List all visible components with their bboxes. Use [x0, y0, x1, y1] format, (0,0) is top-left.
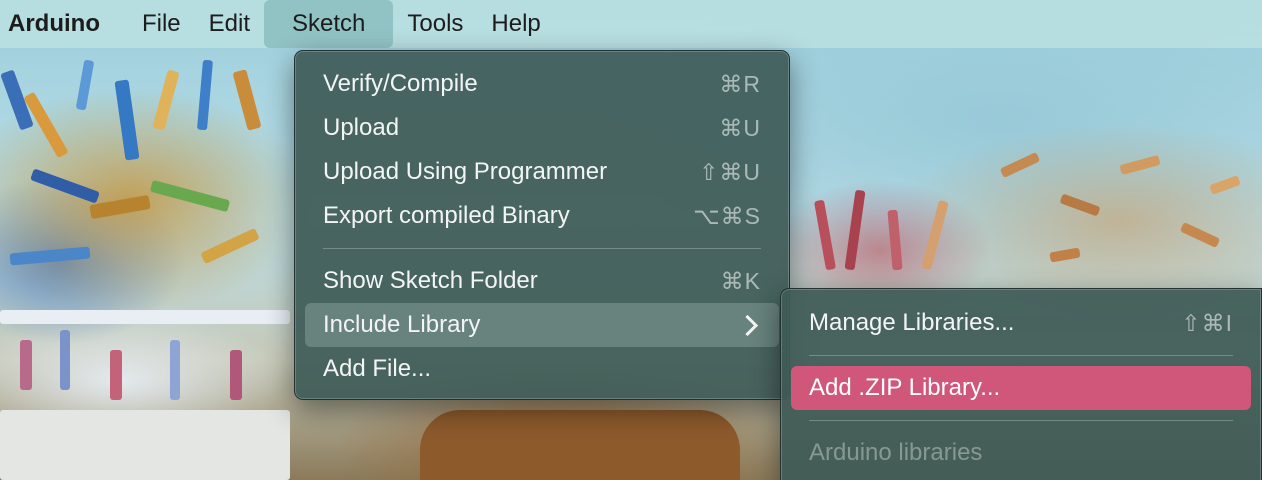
desktop-wallpaper: Arduino File Edit Sketch Tools Help Veri…: [0, 0, 1262, 480]
menu-item-label: Add .ZIP Library...: [809, 374, 1001, 401]
app-menu-arduino[interactable]: Arduino: [0, 0, 128, 48]
menu-item-label: Upload: [323, 114, 400, 141]
menu-item-label: Manage Libraries...: [809, 309, 1015, 336]
menu-item-shortcut: ⌘R: [719, 70, 761, 97]
menu-file[interactable]: File: [128, 0, 195, 48]
menu-item-shortcut: ⇧⌘U: [699, 158, 761, 185]
menu-item-manage-libraries[interactable]: Manage Libraries... ⇧⌘I: [791, 301, 1251, 345]
menu-help[interactable]: Help: [477, 0, 554, 48]
menu-item-label: Add File...: [323, 355, 432, 382]
menu-separator: [323, 248, 761, 249]
menu-item-shortcut: ⌘U: [719, 114, 761, 141]
chevron-right-icon: [736, 314, 759, 336]
menu-separator: [809, 420, 1233, 421]
menu-item-label: Verify/Compile: [323, 70, 478, 97]
menu-item-upload-using-programmer[interactable]: Upload Using Programmer ⇧⌘U: [305, 150, 779, 194]
menu-item-show-sketch-folder[interactable]: Show Sketch Folder ⌘K: [305, 259, 779, 303]
menu-item-add-file[interactable]: Add File...: [305, 347, 779, 391]
menu-tools[interactable]: Tools: [393, 0, 477, 48]
menu-sketch[interactable]: Sketch: [264, 0, 394, 48]
menu-bar: Arduino File Edit Sketch Tools Help: [0, 0, 1262, 48]
menu-item-shortcut: ⌥⌘S: [693, 202, 761, 229]
menu-item-label: Show Sketch Folder: [323, 267, 538, 294]
menu-header-arduino-libraries: Arduino libraries: [791, 431, 1251, 475]
menu-item-label: Upload Using Programmer: [323, 158, 608, 185]
menu-item-label: Export compiled Binary: [323, 202, 570, 229]
menu-item-include-library[interactable]: Include Library: [305, 303, 779, 347]
menu-item-upload[interactable]: Upload ⌘U: [305, 106, 779, 150]
menu-item-shortcut: ⇧⌘I: [1181, 309, 1233, 336]
sketch-menu: Verify/Compile ⌘R Upload ⌘U Upload Using…: [294, 50, 790, 400]
menu-item-label: Arduino libraries: [809, 439, 983, 466]
menu-item-export-compiled-binary[interactable]: Export compiled Binary ⌥⌘S: [305, 194, 779, 238]
menu-item-add-zip-library[interactable]: Add .ZIP Library...: [791, 366, 1251, 410]
menu-item-shortcut: ⌘K: [720, 267, 761, 294]
menu-edit[interactable]: Edit: [195, 0, 264, 48]
include-library-submenu: Manage Libraries... ⇧⌘I Add .ZIP Library…: [780, 288, 1262, 480]
menu-separator: [809, 355, 1233, 356]
menu-item-label: Include Library: [323, 311, 481, 338]
menu-item-verify-compile[interactable]: Verify/Compile ⌘R: [305, 62, 779, 106]
